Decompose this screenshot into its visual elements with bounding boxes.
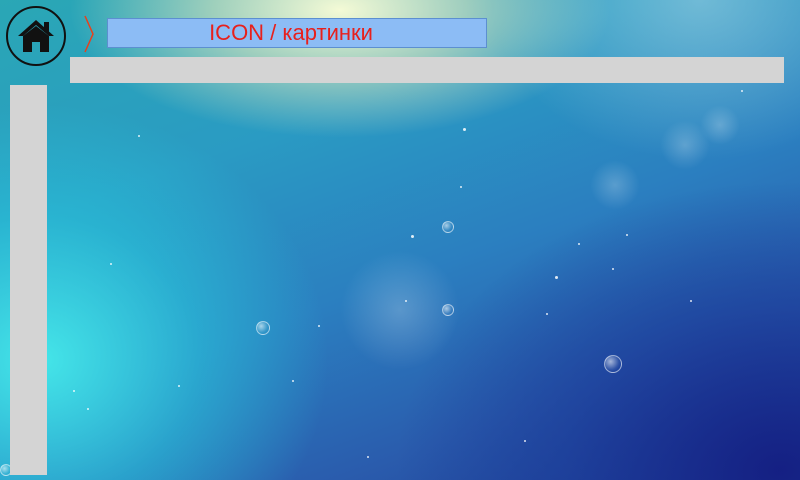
sparkle: [87, 408, 89, 410]
page-title: ICON / картинки: [209, 20, 373, 45]
sparkle: [578, 243, 580, 245]
bubble: [256, 321, 270, 335]
top-panel: [70, 57, 784, 83]
bubble: [604, 355, 622, 373]
sparkle: [555, 276, 558, 279]
title-box: ICON / картинки: [107, 18, 487, 48]
sparkle: [405, 300, 407, 302]
sparkle: [741, 90, 743, 92]
sparkle: [690, 300, 692, 302]
sparkle: [138, 135, 140, 137]
sparkle: [318, 325, 320, 327]
sparkle: [460, 186, 462, 188]
sparkle: [411, 235, 414, 238]
bokeh-light: [700, 105, 740, 145]
sparkle: [292, 380, 294, 382]
sparkle: [463, 128, 466, 131]
sparkle: [178, 385, 180, 387]
sparkle: [110, 263, 112, 265]
sparkle: [367, 456, 369, 458]
bubble: [442, 221, 454, 233]
sparkle: [546, 313, 548, 315]
chevron-right-icon: [84, 15, 94, 53]
home-icon: [18, 20, 54, 52]
sparkle: [626, 234, 628, 236]
bokeh-light: [590, 160, 640, 210]
bubble: [442, 304, 454, 316]
sparkle: [612, 268, 614, 270]
sparkle: [73, 390, 75, 392]
sparkle: [524, 440, 526, 442]
side-panel: [10, 85, 47, 475]
home-button[interactable]: [6, 6, 66, 66]
